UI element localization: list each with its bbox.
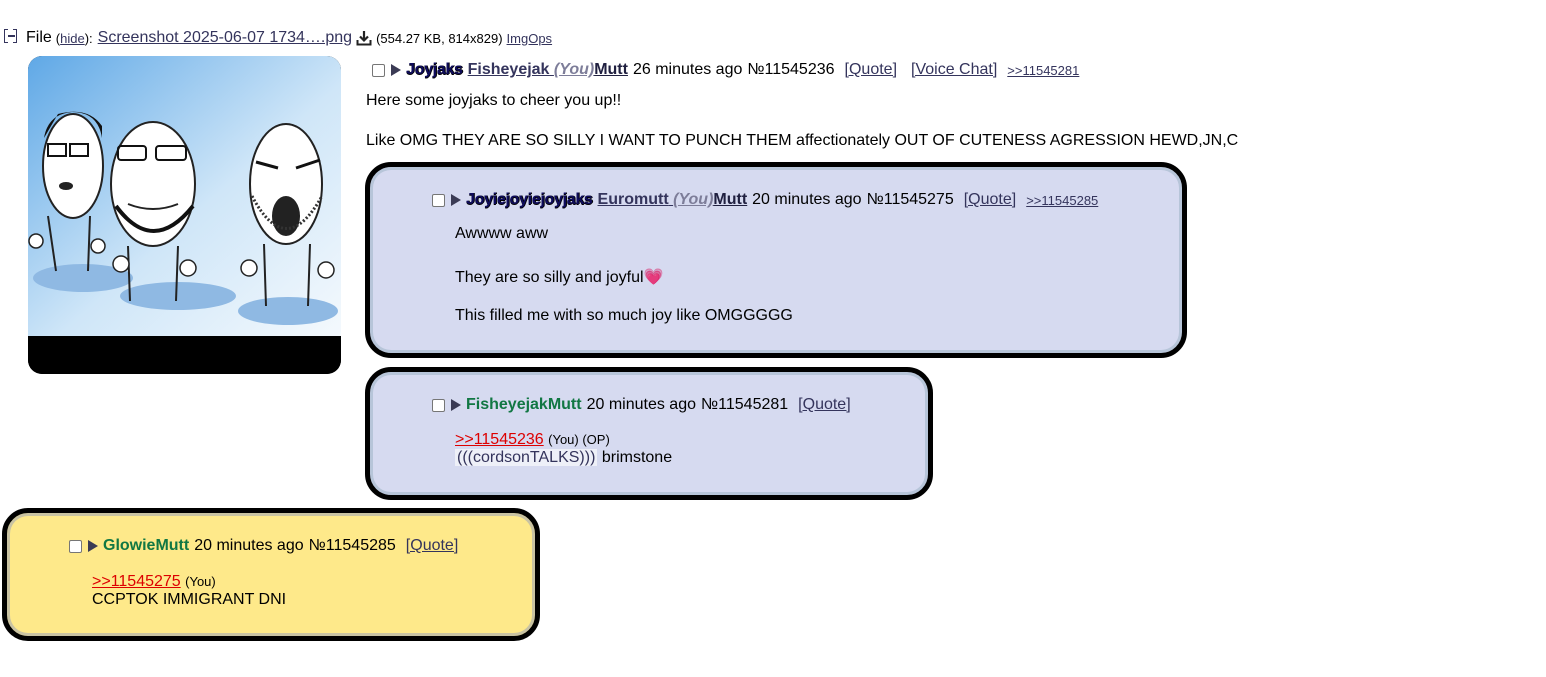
post-time: 20 minutes ago — [194, 537, 304, 554]
reply-post-checkbox[interactable] — [69, 539, 82, 553]
reply-post-header: Joyiejoyiejoyjaks Euromutt (You)Mutt 20 … — [432, 189, 1098, 211]
quotelink-tags: (You) — [185, 574, 216, 589]
post-number[interactable]: №11545236 — [747, 61, 834, 79]
reply-line: CCPTOK IMMIGRANT DNI — [92, 591, 287, 608]
poster-name: FisheyejakMutt — [466, 396, 582, 413]
imgops-link[interactable]: ImgOps — [507, 31, 553, 46]
voice-chat-button[interactable]: [Voice Chat] — [911, 61, 997, 79]
file-label: File — [26, 29, 52, 46]
op-post-body: Here some joyjaks to cheer you up!! Like… — [366, 92, 1238, 150]
post-menu-arrow-icon[interactable] — [391, 64, 401, 76]
quote-button[interactable]: [Quote] — [964, 191, 1016, 209]
post-subject: Joyjaks — [406, 61, 463, 78]
op-line-1: Here some joyjaks to cheer you up!! — [366, 92, 622, 109]
filename-link[interactable]: Screenshot 2025-06-07 1734….png — [98, 29, 352, 47]
op-post-header: Joyjaks Fisheyejak (You)Mutt 26 minutes … — [372, 59, 1079, 81]
backlink[interactable]: >>11545285 — [1026, 193, 1098, 208]
reply-line: They are so silly and joyful — [455, 269, 644, 286]
reply-post: Joyiejoyiejoyjaks Euromutt (You)Mutt 20 … — [365, 162, 1187, 358]
reply-body: >>11545236 (You) (OP) (((cordsonTALKS)))… — [455, 431, 672, 467]
reply-line: Awwww aww — [455, 225, 549, 242]
reply-post-checkbox[interactable] — [432, 398, 445, 412]
collapse-thread-icon[interactable] — [4, 29, 18, 43]
post-time: 20 minutes ago — [752, 191, 862, 208]
backlink[interactable]: >>11545281 — [1007, 63, 1079, 78]
file-info-line: File (hide): Screenshot 2025-06-07 1734…… — [4, 28, 552, 48]
reply-line: This filled me with so much joy like OMG… — [455, 307, 793, 324]
poster-name-link[interactable]: Fisheyejak (You)Mutt — [468, 61, 628, 79]
op-line-2: Like OMG THEY ARE SO SILLY I WANT TO PUN… — [366, 132, 1239, 149]
reply-post: FisheyejakMutt 20 minutes ago №11545281 … — [365, 367, 933, 500]
post-time: 20 minutes ago — [586, 396, 696, 413]
op-image-thumbnail[interactable] — [28, 56, 341, 374]
post-number[interactable]: №11545285 — [309, 537, 396, 555]
reply-post-header: FisheyejakMutt 20 minutes ago №11545281 … — [432, 394, 851, 416]
reply-post-checkbox[interactable] — [432, 193, 445, 207]
quote-button[interactable]: [Quote] — [406, 537, 458, 555]
reply-post-header: GlowieMutt 20 minutes ago №11545285 [Quo… — [69, 535, 458, 557]
post-menu-arrow-icon[interactable] — [451, 399, 461, 411]
reply-body: >>11545275 (You) CCPTOK IMMIGRANT DNI — [92, 573, 286, 609]
quotelink[interactable]: >>11545275 — [92, 573, 181, 590]
quotelink-tags: (You) (OP) — [548, 432, 610, 447]
cordson-tag: (((cordsonTALKS))) — [455, 449, 598, 466]
file-meta: (554.27 KB, 814x829) — [376, 30, 503, 46]
poster-name: GlowieMutt — [103, 537, 190, 554]
op-post-checkbox[interactable] — [372, 63, 385, 77]
quote-button[interactable]: [Quote] — [798, 396, 850, 414]
reply-line: brimstone — [601, 449, 673, 466]
post-menu-arrow-icon[interactable] — [88, 540, 98, 552]
post-subject: Joyiejoyiejoyjaks — [466, 191, 593, 208]
highlighted-reply-post: GlowieMutt 20 minutes ago №11545285 [Quo… — [2, 508, 540, 641]
poster-name-link[interactable]: Euromutt (You)Mutt — [598, 191, 748, 209]
hide-file-link[interactable]: hide — [60, 31, 85, 46]
download-icon[interactable] — [356, 30, 372, 46]
post-number[interactable]: №11545281 — [701, 396, 788, 414]
quote-button[interactable]: [Quote] — [845, 61, 897, 79]
reply-body: Awwww aww They are so silly and joyful💗 … — [455, 225, 793, 325]
post-number[interactable]: №11545275 — [867, 191, 954, 209]
post-menu-arrow-icon[interactable] — [451, 194, 461, 206]
post-time: 26 minutes ago — [632, 61, 743, 78]
quotelink[interactable]: >>11545236 — [455, 431, 544, 448]
heart-emoji-icon: 💗 — [643, 269, 664, 286]
